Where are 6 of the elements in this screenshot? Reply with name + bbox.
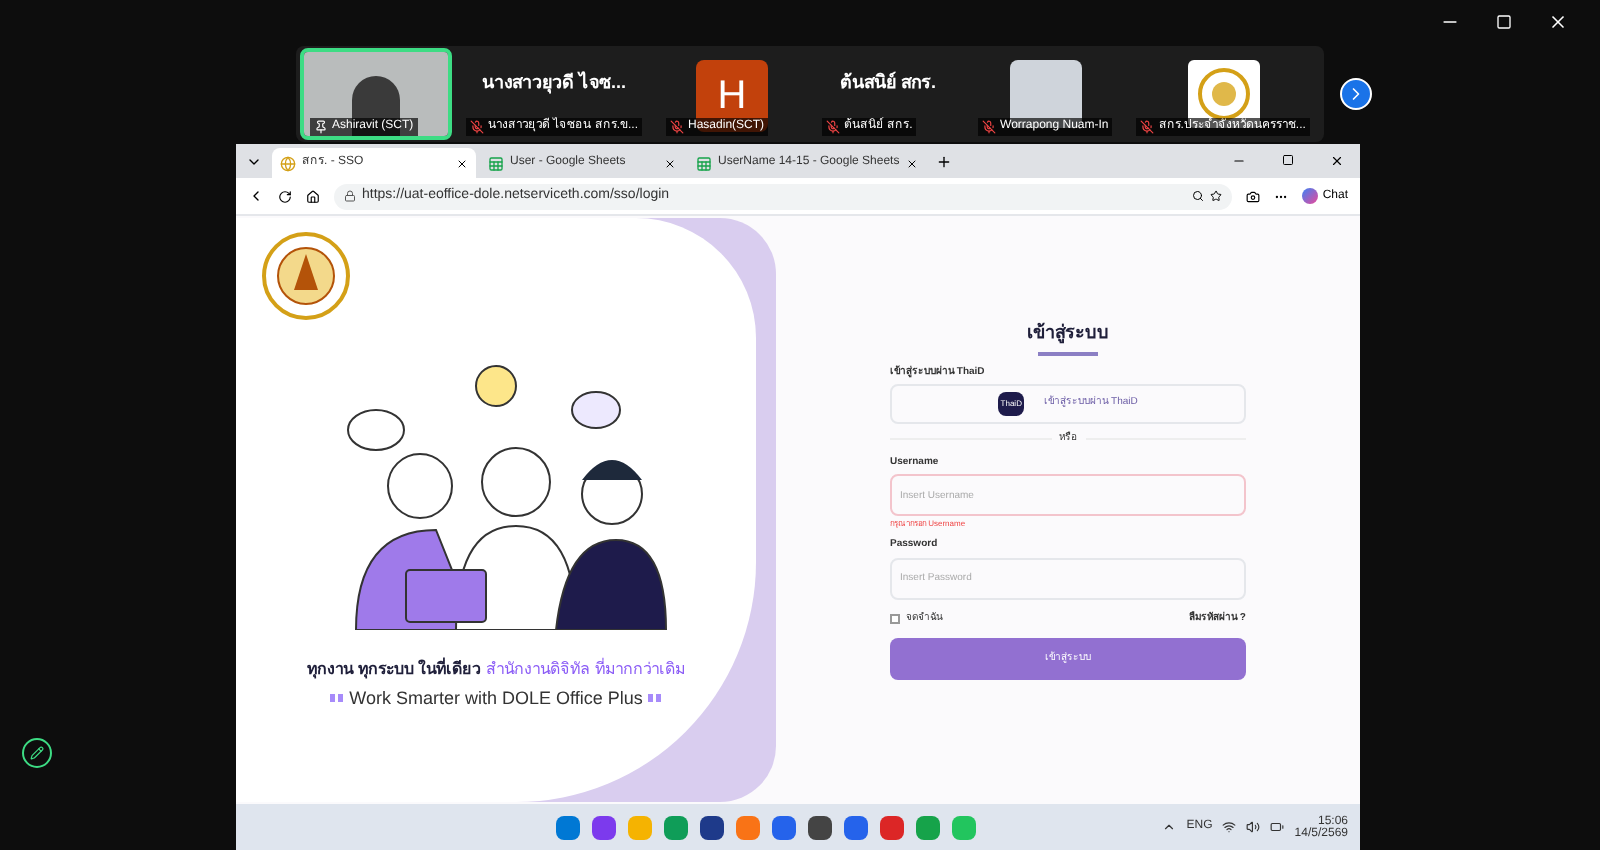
tagline-text: ทุกงาน ทุกระบบ ในที่เดียว — [307, 658, 481, 682]
tagline-accent-text: สำนักงานดิจิทัล ที่มากกว่าเดิม — [486, 658, 685, 682]
login-title: เข้าสู่ระบบ — [1027, 320, 1109, 347]
participant-name-display: ต้นสนิย์ สกร. — [840, 70, 937, 97]
slogan-text: Work Smarter with DOLE Office Plus — [349, 686, 643, 712]
participant-name-display: นางสาวยุวดี ไจซ... — [482, 70, 627, 98]
